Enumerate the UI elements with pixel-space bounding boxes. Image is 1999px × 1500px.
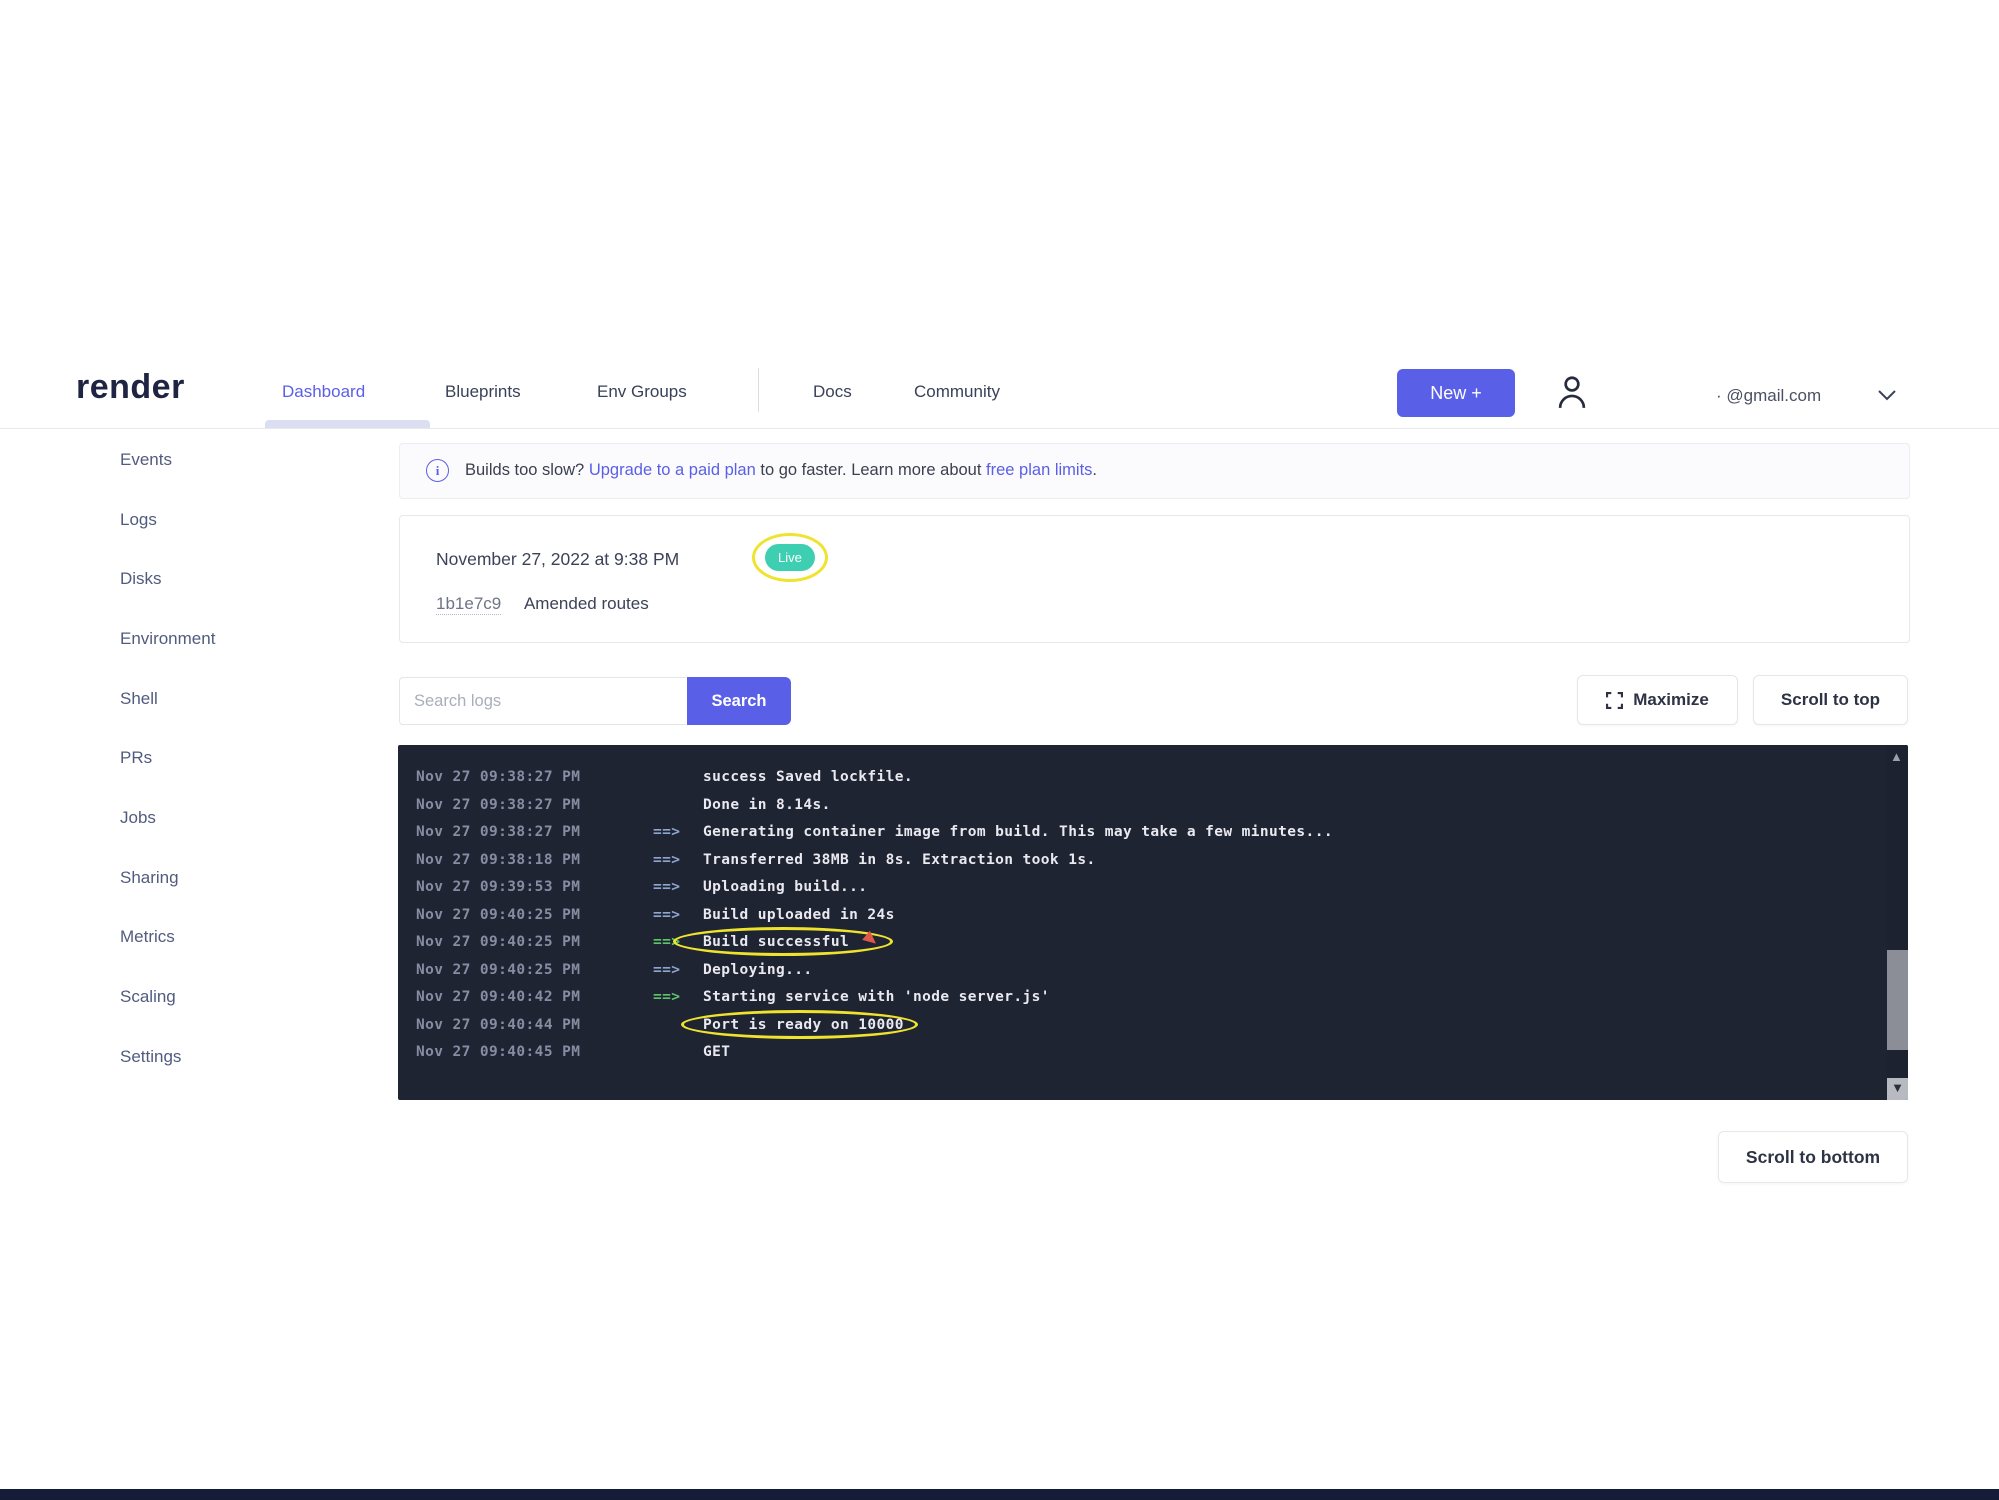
- bottom-bar: [0, 1489, 1999, 1500]
- nav-tab-env-groups[interactable]: Env Groups: [597, 382, 687, 402]
- render-logo[interactable]: render: [76, 368, 185, 407]
- free-plan-limits-link[interactable]: free plan limits: [986, 461, 1092, 479]
- log-line: Nov 27 09:40:25 PM==>Deploying...: [416, 957, 1868, 985]
- log-message: Transferred 38MB in 8s. Extraction took …: [703, 852, 1096, 868]
- log-line: Nov 27 09:38:27 PM success Saved lockfile…: [416, 764, 1868, 792]
- log-line: Nov 27 09:40:25 PM==>Build uploaded in 2…: [416, 902, 1868, 930]
- log-message: success Saved lockfile.: [703, 769, 913, 785]
- log-timestamp: Nov 27 09:40:25 PM: [416, 957, 653, 985]
- log-line: Nov 27 09:38:27 PM==>Generating containe…: [416, 819, 1868, 847]
- live-status-wrap: Live: [765, 544, 815, 571]
- log-timestamp: Nov 27 09:38:27 PM: [416, 792, 653, 820]
- navbar-bottom-border: [0, 428, 1999, 429]
- search-logs-input[interactable]: [399, 677, 686, 725]
- log-timestamp: Nov 27 09:40:45 PM: [416, 1039, 653, 1067]
- log-message: Uploading build...: [703, 879, 867, 895]
- log-message: Done in 8.14s.: [703, 797, 831, 813]
- sidebar-item-jobs[interactable]: Jobs: [120, 808, 156, 828]
- log-message: Generating container image from build. T…: [703, 824, 1333, 840]
- info-icon: i: [426, 459, 449, 482]
- log-message-annotated: Port is ready on 10000: [703, 1017, 904, 1033]
- log-line: Nov 27 09:38:18 PM==>Transferred 38MB in…: [416, 847, 1868, 875]
- upgrade-plan-link[interactable]: Upgrade to a paid plan: [589, 461, 756, 479]
- user-avatar-icon[interactable]: [1553, 370, 1591, 414]
- sidebar-item-metrics[interactable]: Metrics: [120, 927, 175, 947]
- new-button[interactable]: New +: [1397, 369, 1515, 417]
- log-arrow: ==>: [653, 984, 703, 1012]
- log-arrow: ==>: [653, 902, 703, 930]
- log-line: Nov 27 09:39:53 PM==>Uploading build...: [416, 874, 1868, 902]
- log-timestamp: Nov 27 09:40:42 PM: [416, 984, 653, 1012]
- scrollbar-thumb[interactable]: [1887, 950, 1908, 1050]
- log-arrow: ==>: [653, 819, 703, 847]
- nav-divider: [758, 368, 759, 412]
- log-timestamp: Nov 27 09:40:44 PM: [416, 1012, 653, 1040]
- log-timestamp: Nov 27 09:38:27 PM: [416, 764, 653, 792]
- scrollbar-up-icon[interactable]: ▲: [1890, 749, 1903, 764]
- nav-link-community[interactable]: Community: [914, 382, 1000, 402]
- maximize-button[interactable]: Maximize: [1577, 675, 1738, 725]
- sidebar-item-events[interactable]: Events: [120, 450, 172, 470]
- maximize-icon: [1606, 692, 1623, 709]
- search-button[interactable]: Search: [687, 677, 791, 725]
- sidebar-item-sharing[interactable]: Sharing: [120, 868, 179, 888]
- party-popper-icon: [862, 931, 880, 949]
- terminal-scrollbar[interactable]: ▲ ▼: [1887, 745, 1908, 1100]
- scroll-to-bottom-button[interactable]: Scroll to bottom: [1718, 1131, 1908, 1183]
- sidebar-item-prs[interactable]: PRs: [120, 748, 152, 768]
- log-message: Deploying...: [703, 962, 813, 978]
- log-message: Build uploaded in 24s: [703, 907, 895, 923]
- banner-text: Builds too slow? Upgrade to a paid plan …: [465, 461, 1097, 480]
- sidebar-item-shell[interactable]: Shell: [120, 689, 158, 709]
- log-arrow: ==>: [653, 847, 703, 875]
- log-arrow: ==>: [653, 874, 703, 902]
- log-line: Nov 27 09:40:45 PM GET: [416, 1039, 1868, 1067]
- commit-message: Amended routes: [524, 594, 649, 613]
- commit-hash-link[interactable]: 1b1e7c9: [436, 594, 501, 615]
- log-line: Nov 27 09:40:42 PM==>Starting service wi…: [416, 984, 1868, 1012]
- log-lines: Nov 27 09:38:27 PM success Saved lockfile…: [416, 764, 1868, 1067]
- log-arrow: ==>: [653, 929, 703, 957]
- dashboard-active-indicator: [265, 420, 430, 428]
- log-timestamp: Nov 27 09:40:25 PM: [416, 902, 653, 930]
- log-terminal: Nov 27 09:38:27 PM success Saved lockfile…: [398, 745, 1908, 1100]
- log-line-port-ready: Nov 27 09:40:44 PM Port is ready on 10000: [416, 1012, 1868, 1040]
- log-arrow: ==>: [653, 957, 703, 985]
- nav-tab-blueprints[interactable]: Blueprints: [445, 382, 521, 402]
- commit-row: 1b1e7c9 Amended routes: [436, 594, 649, 614]
- deploy-card: November 27, 2022 at 9:38 PM Live 1b1e7c…: [399, 515, 1910, 643]
- sidebar-item-scaling[interactable]: Scaling: [120, 987, 176, 1007]
- log-message: GET: [703, 1044, 730, 1060]
- scroll-to-top-button[interactable]: Scroll to top: [1753, 675, 1908, 725]
- log-timestamp: Nov 27 09:38:27 PM: [416, 819, 653, 847]
- log-line-build-successful: Nov 27 09:40:25 PM==>Build successful: [416, 929, 1868, 957]
- account-email[interactable]: · @gmail.com: [1716, 386, 1821, 406]
- chevron-down-icon[interactable]: [1878, 390, 1896, 401]
- log-timestamp: Nov 27 09:38:18 PM: [416, 847, 653, 875]
- top-navbar: [0, 0, 1999, 76]
- log-timestamp: Nov 27 09:39:53 PM: [416, 874, 653, 902]
- upgrade-banner: i Builds too slow? Upgrade to a paid pla…: [399, 443, 1910, 499]
- sidebar-item-settings[interactable]: Settings: [120, 1047, 181, 1067]
- sidebar-item-environment[interactable]: Environment: [120, 629, 215, 649]
- sidebar-item-logs[interactable]: Logs: [120, 510, 157, 530]
- log-line: Nov 27 09:38:27 PM Done in 8.14s.: [416, 792, 1868, 820]
- nav-tab-dashboard[interactable]: Dashboard: [282, 382, 365, 402]
- log-message-annotated: Build successful: [703, 934, 877, 950]
- log-message: Starting service with 'node server.js': [703, 989, 1050, 1005]
- scrollbar-down-icon[interactable]: ▼: [1887, 1078, 1908, 1100]
- nav-link-docs[interactable]: Docs: [813, 382, 852, 402]
- log-timestamp: Nov 27 09:40:25 PM: [416, 929, 653, 957]
- deploy-date: November 27, 2022 at 9:38 PM: [436, 549, 679, 570]
- sidebar-item-disks[interactable]: Disks: [120, 569, 162, 589]
- live-status-badge: Live: [765, 544, 815, 571]
